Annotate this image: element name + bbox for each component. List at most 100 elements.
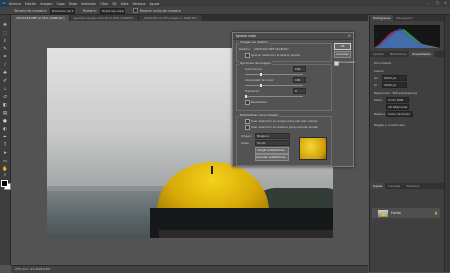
eyedropper-tool-icon[interactable]: ⁄ (2, 63, 8, 69)
tab-navegador[interactable]: Navegador (393, 15, 415, 21)
menu-edicion[interactable]: Edición (25, 2, 37, 6)
type-tool-icon[interactable]: T (2, 143, 8, 149)
properties-panel: Ajustes Bibliotecas Propiedades Document… (370, 51, 450, 155)
sample-select[interactable]: Todas las capas (99, 7, 125, 14)
fill-select[interactable]: Color de fondo (386, 111, 413, 117)
layer-select[interactable]: Fondo (255, 140, 290, 146)
lasso-tool-icon[interactable]: ℓ (2, 39, 8, 45)
use-selection-source-label: Usar selección en origen para calcular c… (251, 119, 318, 123)
tools-panel: ✥ ⬚ ℓ ✎ ⌗ ⁄ ✚ ✐ ⊥ ↺ ◧ ▤ ● ◐ ✒ T ➤ ▭ ✋ ⌕ (0, 15, 11, 265)
use-selection-source-checkbox[interactable] (245, 119, 250, 124)
intensity-field[interactable]: 100 (293, 77, 306, 83)
tab-ajustes[interactable]: Ajustes (370, 51, 387, 57)
menu-imagen[interactable]: Imagen (40, 2, 52, 6)
maximize-icon[interactable]: □ (436, 1, 440, 5)
use-selection-target-checkbox[interactable] (245, 125, 250, 130)
lock-icon: 🔒 (434, 211, 438, 215)
menu-ventana[interactable]: Ventana (132, 2, 145, 6)
blur-tool-icon[interactable]: ● (2, 119, 8, 125)
target-value: _DSC0162.NEF (RGB/16) (253, 47, 289, 51)
options-bar: Tamaño de muestra: Promedio de 3 por 3 M… (0, 7, 450, 15)
gradient-tool-icon[interactable]: ▤ (2, 111, 8, 117)
bits-select[interactable]: 16 bits/canal (386, 104, 409, 110)
healing-brush-tool-icon[interactable]: ✚ (2, 71, 8, 77)
tab-histograma[interactable]: Histograma (370, 15, 394, 21)
resolution-label: Resolución: 300 píxeles/pulg (374, 91, 417, 95)
load-statistics-button[interactable]: Cargar estadísticas... (255, 147, 289, 154)
close-icon[interactable]: × (444, 1, 448, 5)
save-statistics-button[interactable]: Guardar estadísticas... (255, 154, 289, 161)
cancel-button[interactable]: Cancelar (334, 51, 351, 58)
clone-stamp-tool-icon[interactable]: ⊥ (2, 87, 8, 93)
menu-ayuda[interactable]: Ayuda (150, 2, 160, 6)
source-select[interactable]: Ninguno (255, 133, 290, 139)
fade-slider[interactable] (245, 96, 303, 97)
dodge-tool-icon[interactable]: ◐ (2, 127, 8, 133)
luminance-field[interactable]: 100 (293, 66, 306, 72)
histogram-svg (374, 28, 440, 48)
rulers-label: Reglas y cuadrículas (374, 123, 405, 127)
minimize-icon[interactable]: – (428, 1, 432, 5)
status-text: 25% Doc: 63,9M/63,9M (15, 267, 50, 271)
layer-thumbnail (378, 209, 388, 217)
tab-propiedades[interactable]: Propiedades (409, 51, 434, 57)
neutralize-checkbox[interactable] (245, 100, 250, 105)
layer-row[interactable]: Fondo 🔒 (372, 208, 440, 218)
target-label: Destino: (239, 47, 252, 51)
pen-tool-icon[interactable]: ✒ (2, 135, 8, 141)
width-field[interactable]: 6000 px (382, 75, 407, 81)
tab-canales[interactable]: Canales (385, 183, 403, 189)
intensity-slider-handle[interactable] (260, 84, 262, 87)
ignore-selection-label: Ignorar selección al aplicar ajuste (251, 53, 300, 57)
menu-filtro[interactable]: Filtro (100, 2, 108, 6)
show-ring-checkbox[interactable] (132, 8, 138, 13)
foreground-color-swatch[interactable] (1, 180, 8, 187)
history-brush-tool-icon[interactable]: ↺ (2, 95, 8, 101)
umbrella-tip (211, 166, 213, 174)
brush-tool-icon[interactable]: ✐ (2, 79, 8, 85)
luminance-slider[interactable] (245, 74, 303, 75)
show-ring-label: Mostrar anillo de muestra (139, 8, 181, 13)
menu-vista[interactable]: Vista (121, 2, 129, 6)
width-label: An (374, 76, 378, 80)
eraser-tool-icon[interactable]: ◧ (2, 103, 8, 109)
photoshop-logo: Ps (1, 1, 7, 6)
fade-label: Transición (245, 89, 260, 93)
properties-panel-tabs: Ajustes Bibliotecas Propiedades (370, 51, 445, 57)
layers-panel-tabs: Capas Canales Trazados (370, 183, 445, 189)
shape-tool-icon[interactable]: ▭ (2, 159, 8, 165)
dialog-title-bar: Igualar color × (233, 33, 353, 40)
tab-trazados[interactable]: Trazados (403, 183, 422, 189)
source-preview-thumbnail (299, 137, 327, 160)
right-panels: Histograma Navegador Ajustes Bibliotecas… (369, 15, 450, 272)
image-options-legend: Opciones de imagen (239, 61, 272, 65)
marquee-tool-icon[interactable]: ⬚ (2, 31, 8, 37)
menu-archivo[interactable]: Archivo (9, 2, 21, 6)
sample-label: Muestra: (82, 8, 97, 13)
menu-capa[interactable]: Capa (56, 2, 64, 6)
neutralize-label: Neutralizar (251, 100, 267, 104)
preview-label: Previsualizar (339, 61, 356, 64)
distant-coast (47, 186, 167, 191)
crop-tool-icon[interactable]: ⌗ (2, 55, 8, 61)
menu-seleccion[interactable]: Selección (81, 2, 96, 6)
fill-label: Relleno (374, 112, 386, 116)
menu-3d[interactable]: 3D (112, 2, 116, 6)
sample-size-select[interactable]: Promedio de 3 por 3 (49, 7, 75, 14)
mode-select[interactable]: Color RGB (386, 97, 409, 103)
tab-capas[interactable]: Capas (370, 183, 386, 189)
fade-slider-handle[interactable] (245, 95, 247, 98)
quick-select-tool-icon[interactable]: ✎ (2, 47, 8, 53)
zoom-tool-icon[interactable]: ⌕ (2, 173, 8, 179)
intensity-slider[interactable] (245, 85, 303, 86)
fade-field[interactable]: 0 (293, 88, 306, 94)
dialog-close-icon[interactable]: × (348, 33, 351, 39)
menu-texto[interactable]: Texto (69, 2, 77, 6)
ignore-selection-checkbox[interactable] (245, 53, 250, 58)
move-tool-icon[interactable]: ✥ (2, 23, 8, 29)
luminance-slider-handle[interactable] (260, 73, 262, 76)
height-field[interactable]: 4000 px (382, 82, 407, 88)
tab-bibliotecas[interactable]: Bibliotecas (387, 51, 409, 57)
path-selection-tool-icon[interactable]: ➤ (2, 151, 8, 157)
ok-button[interactable]: OK (334, 43, 351, 50)
